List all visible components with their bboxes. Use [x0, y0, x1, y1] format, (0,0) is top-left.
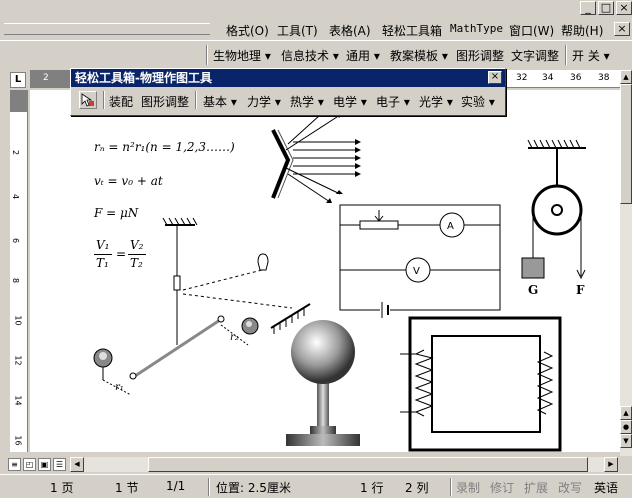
physics-toolbox-window[interactable]: 轻松工具箱-物理作图工具 × 装配 图形调整 基本 ▾ 力学 ▾ 热学 ▾ 电学…: [70, 68, 506, 116]
toolbox-separator: [195, 91, 197, 109]
toolbox-assemble[interactable]: 装配: [109, 93, 133, 110]
menu-window[interactable]: 窗口(W): [509, 22, 554, 39]
status-extend[interactable]: 扩展: [524, 479, 548, 496]
vruler-margin: [10, 90, 27, 112]
status-language: 英语: [594, 481, 619, 495]
r1-label: r₁: [115, 382, 124, 393]
circuit-diagram[interactable]: A V: [339, 204, 501, 318]
status-separator: [208, 478, 210, 496]
scroll-right-button[interactable]: ▶: [604, 457, 618, 472]
vruler-number: 10: [13, 315, 23, 326]
vruler-number: 6: [11, 237, 21, 244]
menu-mathtype[interactable]: MathType: [450, 22, 503, 35]
ruler-number: 38: [598, 73, 610, 83]
minimize-button[interactable]: _: [580, 1, 596, 15]
r2-label: r₂: [230, 332, 239, 343]
restore-button[interactable]: □: [598, 1, 614, 15]
title-strip: _ □ ×: [0, 0, 632, 17]
toolbox-experiment[interactable]: 实验 ▾: [461, 93, 495, 110]
vruler-number: 12: [13, 355, 23, 366]
menubar-grip: [4, 23, 210, 35]
web-view-icon[interactable]: ◰: [23, 458, 36, 471]
vruler-number: 2: [11, 149, 21, 156]
menu-toolbox[interactable]: 轻松工具箱: [382, 22, 442, 39]
force-label: F: [576, 283, 585, 297]
toolbox-pointer-icon[interactable]: [79, 91, 97, 109]
vertical-scrollbar[interactable]: ▲ ▲ ● ▼: [620, 70, 632, 456]
ruler-corner[interactable]: L: [10, 72, 26, 88]
close-button[interactable]: ×: [616, 1, 632, 15]
toolbar-general[interactable]: 通用 ▾: [346, 47, 380, 64]
vruler-number: 14: [13, 395, 23, 406]
print-view-icon[interactable]: ▣: [38, 458, 51, 471]
status-line: 1 行: [360, 481, 384, 495]
physics-diagrams[interactable]: r₁ r₂ A V G F: [30, 90, 620, 452]
status-record[interactable]: 录制: [456, 479, 480, 496]
toolbar: 生物地理 ▾ 信息技术 ▾ 通用 ▾ 教案模板 ▾ 图形调整 文字调整 开 关 …: [0, 42, 632, 68]
toolbox-electronics[interactable]: 电子 ▾: [376, 93, 410, 110]
menu-table[interactable]: 表格(A): [329, 22, 371, 39]
toolbar-info-tech[interactable]: 信息技术 ▾: [281, 47, 339, 64]
scroll-up-button[interactable]: ▲: [620, 70, 632, 84]
status-pages: 1/1: [166, 479, 186, 493]
vruler-number: 8: [11, 277, 21, 284]
hscroll-thumb[interactable]: [148, 457, 588, 472]
menu-help[interactable]: 帮助(H): [561, 22, 603, 39]
transformer-diagram[interactable]: [400, 316, 562, 452]
pulley-diagram[interactable]: G F: [521, 139, 586, 297]
toolbar-switch[interactable]: 开 关 ▾: [572, 47, 610, 64]
horizontal-scroll-row: ≡ ◰ ▣ ☰ ◀ ▶: [0, 456, 632, 473]
status-separator: [450, 478, 452, 496]
torsion-balance-diagram[interactable]: r₁ r₂: [93, 217, 311, 396]
prev-page-button[interactable]: ▲: [620, 406, 632, 420]
next-page-button[interactable]: ▼: [620, 434, 632, 448]
toolbox-electric[interactable]: 电学 ▾: [333, 93, 367, 110]
status-overtype[interactable]: 改写: [558, 479, 582, 496]
toolbox-thermal[interactable]: 热学 ▾: [290, 93, 324, 110]
status-track-changes[interactable]: 修订: [490, 479, 514, 496]
status-section: 1 节: [115, 481, 139, 495]
normal-view-icon[interactable]: ≡: [8, 458, 21, 471]
toolbar-shape-adjust[interactable]: 图形调整: [456, 47, 504, 64]
electroscope-sphere[interactable]: [286, 320, 360, 446]
toolbox-basic[interactable]: 基本 ▾: [203, 93, 237, 110]
vruler-number: 4: [11, 193, 21, 200]
menubar: 格式(O) 工具(T) 表格(A) 轻松工具箱 MathType 窗口(W) 帮…: [0, 17, 632, 41]
doc-close-button[interactable]: ×: [614, 22, 630, 36]
outline-view-icon[interactable]: ☰: [53, 458, 66, 471]
toolbar-separator: [565, 45, 567, 65]
toolbox-optics[interactable]: 光学 ▾: [419, 93, 453, 110]
toolbar-grip: [206, 45, 208, 65]
status-column: 2 列: [405, 481, 429, 495]
menu-format[interactable]: 格式(O): [226, 22, 269, 39]
scroll-left-button[interactable]: ◀: [70, 457, 84, 472]
toolbar-text-adjust[interactable]: 文字调整: [511, 47, 559, 64]
toolbox-close-button[interactable]: ×: [488, 71, 502, 84]
mirror-diagram[interactable]: [271, 104, 361, 203]
toolbar-bio-geo[interactable]: 生物地理 ▾: [213, 47, 271, 64]
vertical-ruler[interactable]: 2 4 6 8 10 12 14 16: [10, 90, 28, 452]
ruler-number: 36: [570, 73, 582, 83]
ruler-margin: [30, 70, 70, 87]
status-page: 1 页: [50, 481, 74, 495]
gravity-label: G: [528, 283, 538, 297]
vruler-number: 16: [13, 435, 23, 446]
toolbox-mechanics[interactable]: 力学 ▾: [247, 93, 281, 110]
menu-tools[interactable]: 工具(T): [277, 22, 318, 39]
toolbar-lesson-template[interactable]: 教案模板 ▾: [390, 47, 448, 64]
ammeter-label: A: [447, 221, 454, 232]
toolbox-title[interactable]: 轻松工具箱-物理作图工具: [71, 69, 505, 87]
ruler-number: 2: [43, 73, 49, 83]
status-bar: 1 页 1 节 1/1 位置: 2.5厘米 1 行 2 列 录制 修订 扩展 改…: [0, 474, 632, 498]
browse-object-button[interactable]: ●: [620, 420, 632, 434]
ruler-number: 34: [542, 73, 554, 83]
voltmeter-label: V: [413, 266, 420, 277]
toolbox-shape-adjust[interactable]: 图形调整: [141, 93, 189, 110]
scroll-thumb[interactable]: [620, 84, 632, 204]
status-position: 位置: 2.5厘米: [216, 481, 291, 495]
toolbox-separator: [103, 91, 105, 109]
document-page[interactable]: rₙ = n²r₁(n = 1,2,3……) vₜ = v₀ + at F = …: [30, 90, 620, 452]
ruler-number: 32: [516, 73, 528, 83]
